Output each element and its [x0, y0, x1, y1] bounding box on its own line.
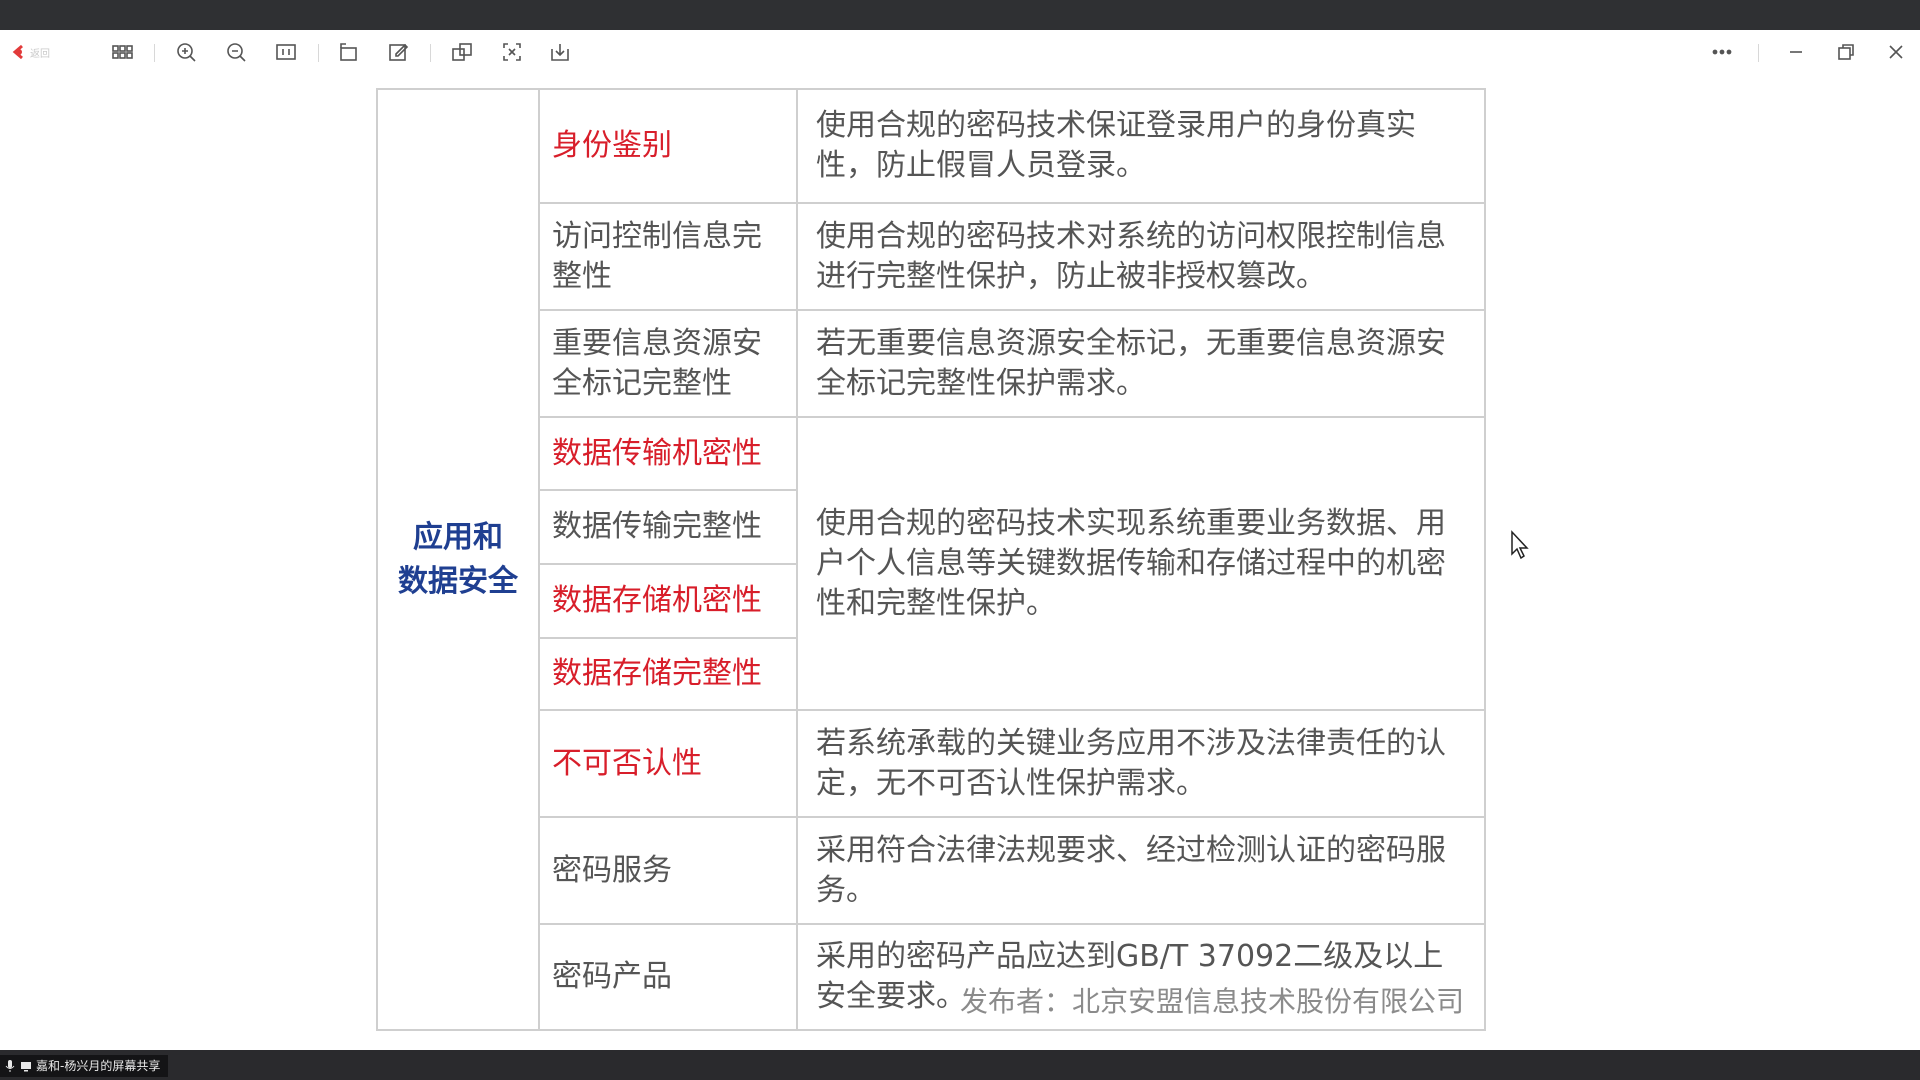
edit-button[interactable]	[382, 38, 414, 66]
table-row: 不可否认性 若系统承载的关键业务应用不涉及法律责任的认定，无不可否认性保护需求。	[377, 709, 1486, 818]
restore-button[interactable]	[1830, 38, 1862, 66]
desc-cell: 采用符合法律法规要求、经过检测认证的密码服务。	[796, 816, 1486, 925]
more-button[interactable]	[1706, 38, 1738, 66]
back-arrow-icon	[12, 44, 23, 60]
close-icon	[1889, 45, 1903, 59]
item-cell: 密码服务	[538, 816, 798, 925]
download-button[interactable]	[544, 38, 576, 66]
toolbar-divider	[318, 44, 319, 62]
mouse-cursor-icon	[1511, 530, 1529, 560]
category-cell: 应用和 数据安全	[376, 88, 540, 1031]
download-icon	[551, 44, 569, 61]
share-label: 嘉和-杨兴月的屏幕共享	[36, 1059, 161, 1073]
slide-page: 应用和 数据安全 身份鉴别 使用合规的密码技术保证登录用户的身份真实性，防止假冒…	[376, 88, 1486, 1036]
desc-cell: 使用合规的密码技术保证登录用户的身份真实性，防止假冒人员登录。	[796, 88, 1486, 204]
back-button[interactable]: 返回	[10, 40, 86, 64]
zoom-out-icon	[227, 43, 246, 62]
screenshot-button[interactable]	[496, 38, 528, 66]
item-cell: 身份鉴别	[538, 88, 798, 204]
table-row: 数据传输机密性 使用合规的密码技术实现系统重要业务数据、用户个人信息等关键数据传…	[377, 416, 1486, 711]
minimize-button[interactable]	[1780, 38, 1812, 66]
table-row: 密码服务 采用符合法律法规要求、经过检测认证的密码服务。	[377, 816, 1486, 925]
viewer-toolbar: 返回	[0, 30, 1920, 74]
table-row: 应用和 数据安全 身份鉴别 使用合规的密码技术保证登录用户的身份真实性，防止假冒…	[376, 88, 1486, 1031]
edit-icon	[389, 43, 409, 61]
window-title-bar	[0, 0, 1920, 30]
grid-icon	[112, 45, 133, 59]
restore-icon	[1838, 44, 1854, 60]
minimize-icon	[1790, 51, 1802, 53]
screenshot-icon	[503, 43, 521, 61]
desc-cell: 使用合规的密码技术实现系统重要业务数据、用户个人信息等关键数据传输和存储过程中的…	[796, 416, 1486, 711]
rotate-button[interactable]	[332, 38, 364, 66]
item-cell: 密码产品	[538, 923, 798, 1031]
desc-cell: 若系统承载的关键业务应用不涉及法律责任的认定，无不可否认性保护需求。	[796, 709, 1486, 818]
item-cell: 访问控制信息完整性	[538, 202, 798, 311]
category-line: 应用和	[413, 519, 503, 555]
zoom-out-button[interactable]	[220, 38, 252, 66]
more-icon	[1712, 49, 1732, 55]
grid-view-button[interactable]	[106, 38, 138, 66]
fit-page-button[interactable]	[270, 38, 302, 66]
item-cell: 数据传输机密性	[538, 416, 798, 491]
zoom-in-icon	[177, 43, 196, 62]
requirements-table: 应用和 数据安全 身份鉴别 使用合规的密码技术保证登录用户的身份真实性，防止假冒…	[376, 88, 1486, 1031]
translate-button[interactable]	[446, 38, 478, 66]
item-cell: 不可否认性	[538, 709, 798, 818]
table-row: 重要信息资源安全标记完整性 若无重要信息资源安全标记，无重要信息资源安全标记完整…	[377, 309, 1486, 418]
item-cell: 数据存储完整性	[538, 637, 798, 711]
zoom-in-button[interactable]	[170, 38, 202, 66]
translate-icon	[452, 43, 472, 61]
category-line: 数据安全	[398, 563, 518, 599]
item-cell: 重要信息资源安全标记完整性	[538, 309, 798, 418]
document-viewport[interactable]: 应用和 数据安全 身份鉴别 使用合规的密码技术保证登录用户的身份真实性，防止假冒…	[0, 74, 1920, 1050]
item-cell: 数据传输完整性	[538, 489, 798, 565]
toolbar-divider	[154, 44, 155, 62]
rotate-icon	[340, 43, 357, 61]
desc-cell: 使用合规的密码技术对系统的访问权限控制信息进行完整性保护，防止被非授权篡改。	[796, 202, 1486, 311]
toolbar-divider	[1758, 44, 1759, 62]
screen-share-bar: 嘉和-杨兴月的屏幕共享	[0, 1050, 1920, 1080]
desc-cell: 若无重要信息资源安全标记，无重要信息资源安全标记完整性保护需求。	[796, 309, 1486, 418]
item-cell: 数据存储机密性	[538, 563, 798, 639]
table-row: 访问控制信息完整性 使用合规的密码技术对系统的访问权限控制信息进行完整性保护，防…	[377, 202, 1486, 311]
fit-page-icon	[276, 44, 296, 60]
microphone-icon	[5, 1060, 15, 1072]
screen-share-icon	[21, 1062, 31, 1072]
close-button[interactable]	[1880, 38, 1912, 66]
publisher-watermark: 发布者：北京安盟信息技术股份有限公司	[960, 985, 1465, 1018]
screen-share-tag[interactable]: 嘉和-杨兴月的屏幕共享	[0, 1055, 169, 1077]
toolbar-divider	[430, 44, 431, 62]
back-label: 返回	[30, 48, 50, 60]
